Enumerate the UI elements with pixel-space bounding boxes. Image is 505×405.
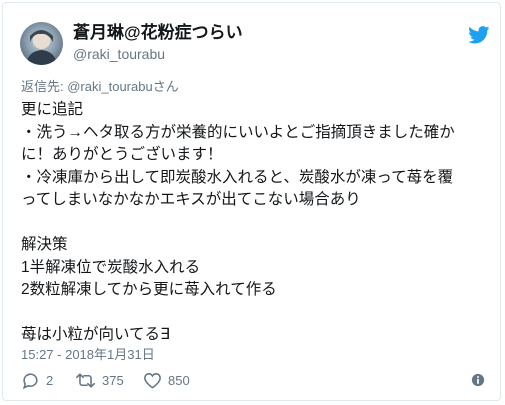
author-display-name[interactable]: 蒼月琳@花粉症つらい [73, 23, 243, 43]
twitter-bird-icon[interactable] [468, 26, 490, 44]
tweet-text-line: 解決策 [21, 236, 68, 253]
tweet-text-line: に！ありがとうございます！ [21, 146, 223, 163]
like-button[interactable]: 850 [143, 369, 190, 391]
tweet-text-line: 1半解凍位で炭酸水入れる [21, 258, 201, 276]
tweet-text-line [21, 302, 489, 325]
tweet-actions: 2 375 850 [21, 369, 491, 393]
reply-button[interactable]: 2 [21, 369, 53, 391]
reply-to-mention[interactable]: @raki_tourabu [67, 79, 152, 94]
author-handle[interactable]: @raki_tourabu [73, 45, 243, 63]
retweet-icon [75, 372, 95, 388]
reply-to-prefix: 返信先: [21, 79, 68, 94]
reply-icon [22, 372, 38, 389]
info-icon[interactable] [471, 373, 485, 387]
retweet-count: 375 [102, 372, 124, 388]
tweet-text-line: ・冷凍庫から出して即炭酸水入れると、炭酸水が凍って苺を覆 [21, 168, 454, 186]
avatar[interactable] [20, 22, 63, 65]
tweet-timestamp[interactable]: 15:27 - 2018年1月31日 [21, 344, 155, 363]
author-names[interactable]: 蒼月琳@花粉症つらい @raki_tourabu [73, 23, 243, 63]
tweet-text-line [21, 212, 489, 235]
reply-count: 2 [46, 372, 54, 388]
like-count: 850 [168, 372, 190, 388]
reply-to-suffix: さん [152, 79, 179, 94]
tweet-card: 蒼月琳@花粉症つらい @raki_tourabu 返信先: @raki_tour… [2, 2, 501, 401]
tweet-text-line: ってしまいなかなかエキスが出てこない場合あり [21, 191, 361, 208]
retweet-button[interactable]: 375 [75, 369, 124, 391]
tweet-text-line: 2数粒解凍してから更に苺入れて作る [21, 281, 277, 298]
tweet-text-line: ・洗う→ヘタ取る方が栄養的にいいよとご指摘頂きました確か [21, 123, 455, 141]
like-icon [144, 372, 161, 389]
tweet-text-line: 更に追記 [21, 101, 84, 118]
tweet-text: 更に追記 ・洗う→ヘタ取る方が栄養的にいいよとご指摘頂きました確か に！ありがと… [21, 99, 489, 347]
reply-to-line: 返信先: @raki_tourabuさん [21, 76, 179, 95]
tweet-header: 蒼月琳@花粉症つらい @raki_tourabu [20, 18, 490, 68]
